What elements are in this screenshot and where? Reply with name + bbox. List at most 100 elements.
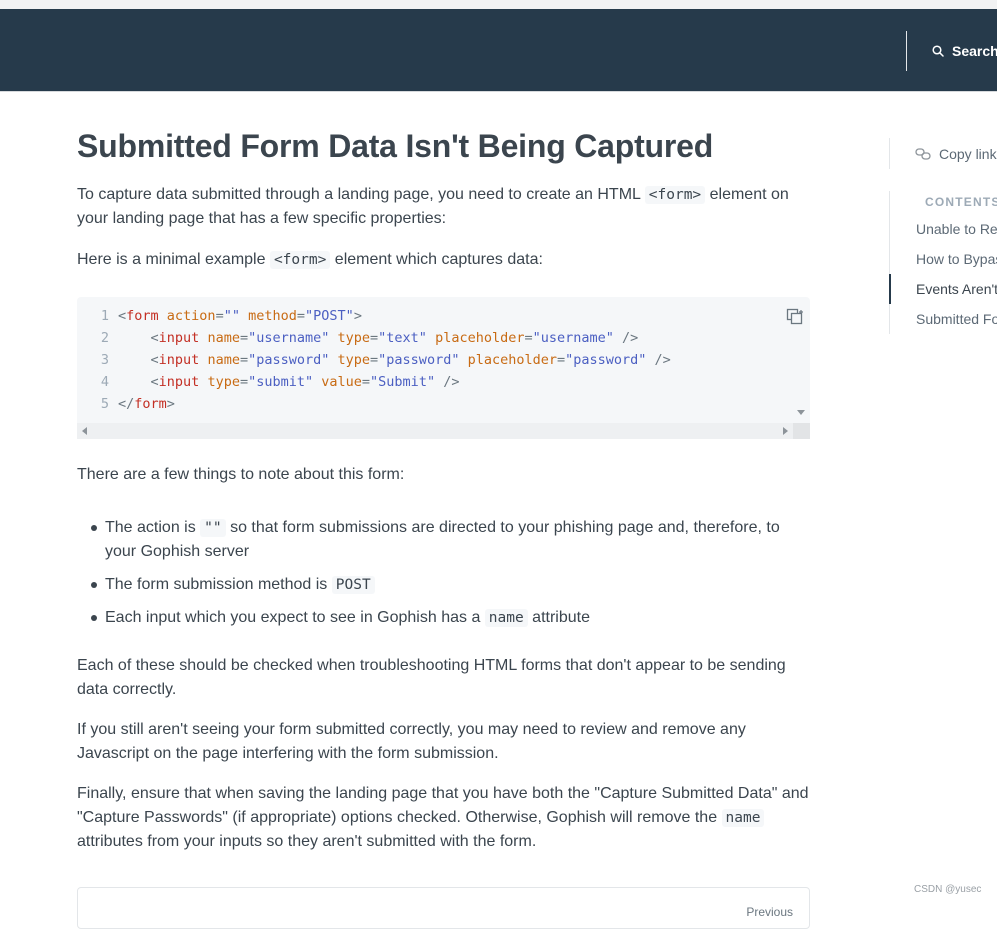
code-punctuation: = [370, 352, 379, 368]
code-attr-value: "username" [532, 330, 614, 346]
code-punctuation: = [296, 308, 306, 324]
inline-code-form: <form> [644, 186, 706, 204]
code-attr-name: action [166, 308, 216, 324]
code-punctuation: = [370, 330, 379, 346]
code-attr-value: "POST" [305, 308, 354, 324]
inline-code-form: <form> [269, 251, 331, 269]
article: Submitted Form Data Isn't Being Captured… [77, 92, 810, 929]
example-paragraph: Here is a minimal example <form> element… [77, 248, 810, 272]
copy-code-button[interactable] [786, 308, 806, 326]
code-punctuation: = [361, 374, 371, 390]
scroll-down-arrow-icon[interactable] [797, 410, 805, 415]
code-punctuation: < [150, 330, 159, 346]
toc-header: CONTENTS [890, 191, 997, 212]
example-text: Here is a minimal example [77, 251, 270, 268]
code-line: 4 <input type="submit" value="Submit" /> [77, 371, 671, 393]
code-punctuation: /> [435, 374, 460, 390]
search-button[interactable]: Search [932, 40, 997, 62]
code-attr-name: type [207, 374, 240, 390]
code-line: 2 <input name="username" type="text" pla… [77, 327, 671, 349]
code-line: 3 <input name="password" type="password"… [77, 349, 671, 371]
code-tag: form [126, 308, 159, 324]
code-punctuation: /> [613, 330, 639, 346]
code-punctuation: < [150, 374, 159, 390]
line-number: 4 [100, 374, 109, 390]
list-item: Each input which you expect to see in Go… [91, 606, 810, 630]
intro-paragraph: To capture data submitted through a land… [77, 183, 810, 231]
code-attr-value: "username" [248, 330, 330, 346]
code-attr-name: name [207, 330, 240, 346]
code-punctuation: = [239, 352, 249, 368]
code-content: <input name="password" type="password" p… [118, 349, 671, 371]
code-tag: input [158, 352, 200, 368]
code-line: 1 <form action="" method="POST"> [77, 305, 671, 327]
line-number: 2 [100, 330, 109, 346]
final-text: Finally, ensure that when saving the lan… [77, 785, 809, 826]
notes-list: The action is "" so that form submission… [77, 516, 810, 630]
code-attr-value: "submit" [248, 374, 314, 390]
code-punctuation: /> [646, 352, 671, 368]
list-item: The action is "" so that form submission… [91, 516, 810, 564]
site-header: Search [0, 9, 997, 91]
copy-link-label: Copy link [939, 145, 997, 162]
code-punctuation: < [118, 308, 127, 324]
code-tag: input [158, 330, 200, 346]
copy-icon [786, 308, 803, 325]
search-label: Search [952, 43, 997, 59]
inline-code: name [484, 609, 528, 627]
code-attr-name: method [248, 308, 297, 324]
code-tag: form [134, 396, 167, 412]
previous-page-link[interactable]: Previous [77, 887, 810, 929]
scroll-right-arrow-icon[interactable] [783, 427, 788, 435]
code-content: <input name="username" type="text" place… [118, 327, 639, 349]
code-attr-value: "password" [248, 352, 330, 368]
final-paragraph: Finally, ensure that when saving the lan… [77, 782, 810, 854]
note-text: The action is [105, 519, 201, 536]
horizontal-scrollbar[interactable] [77, 423, 810, 439]
code-attr-value: "text" [378, 330, 427, 346]
code-attr-name: placeholder [467, 352, 557, 368]
code-content: <form action="" method="POST"> [118, 305, 362, 327]
code-attr-value: "Submit" [370, 374, 436, 390]
toc-item-submitted-form[interactable]: Submitted Form [890, 304, 997, 334]
troubleshoot-paragraph: Each of these should be checked when tro… [77, 657, 786, 698]
code-punctuation: < [150, 352, 159, 368]
scroll-left-arrow-icon[interactable] [82, 427, 87, 435]
browser-top-strip [0, 0, 997, 9]
search-icon [932, 45, 944, 57]
toc-item-unable-to-reach[interactable]: Unable to Reach [890, 214, 997, 244]
toc-item-how-to-bypass[interactable]: How to Bypass [890, 244, 997, 274]
code-line: 5 </form> [77, 393, 671, 415]
code-attr-value: "password" [378, 352, 460, 368]
code-attr-name: type [337, 330, 371, 346]
header-divider [906, 31, 907, 71]
code-punctuation: > [166, 396, 175, 412]
page-title: Submitted Form Data Isn't Being Captured [77, 128, 714, 164]
code-punctuation: = [557, 352, 566, 368]
code-punctuation: > [353, 308, 362, 324]
example-text-end: element which captures data: [330, 251, 543, 268]
toc-item-events-arent[interactable]: Events Aren't [889, 274, 997, 304]
notes-intro: There are a few things to note about thi… [77, 466, 405, 483]
note-text: Each input which you expect to see in Go… [105, 609, 485, 626]
code-attr-value: "" [223, 308, 240, 324]
inline-code: name [721, 809, 765, 827]
copy-link-button[interactable]: Copy link [889, 138, 997, 169]
code-content: </form> [118, 393, 175, 415]
code-punctuation: = [239, 374, 249, 390]
line-number: 1 [100, 308, 109, 324]
table-of-contents: CONTENTS Unable to Reach How to Bypass E… [889, 191, 997, 334]
note-text-end: attribute [527, 609, 590, 626]
code-content: <input type="submit" value="Submit" /> [118, 371, 460, 393]
code-attr-name: value [321, 374, 362, 390]
code-attr-name: name [207, 352, 240, 368]
link-icon [915, 147, 931, 160]
line-number: 5 [100, 396, 109, 412]
javascript-paragraph: If you still aren't seeing your form sub… [77, 721, 746, 762]
inline-code: "" [200, 519, 226, 537]
